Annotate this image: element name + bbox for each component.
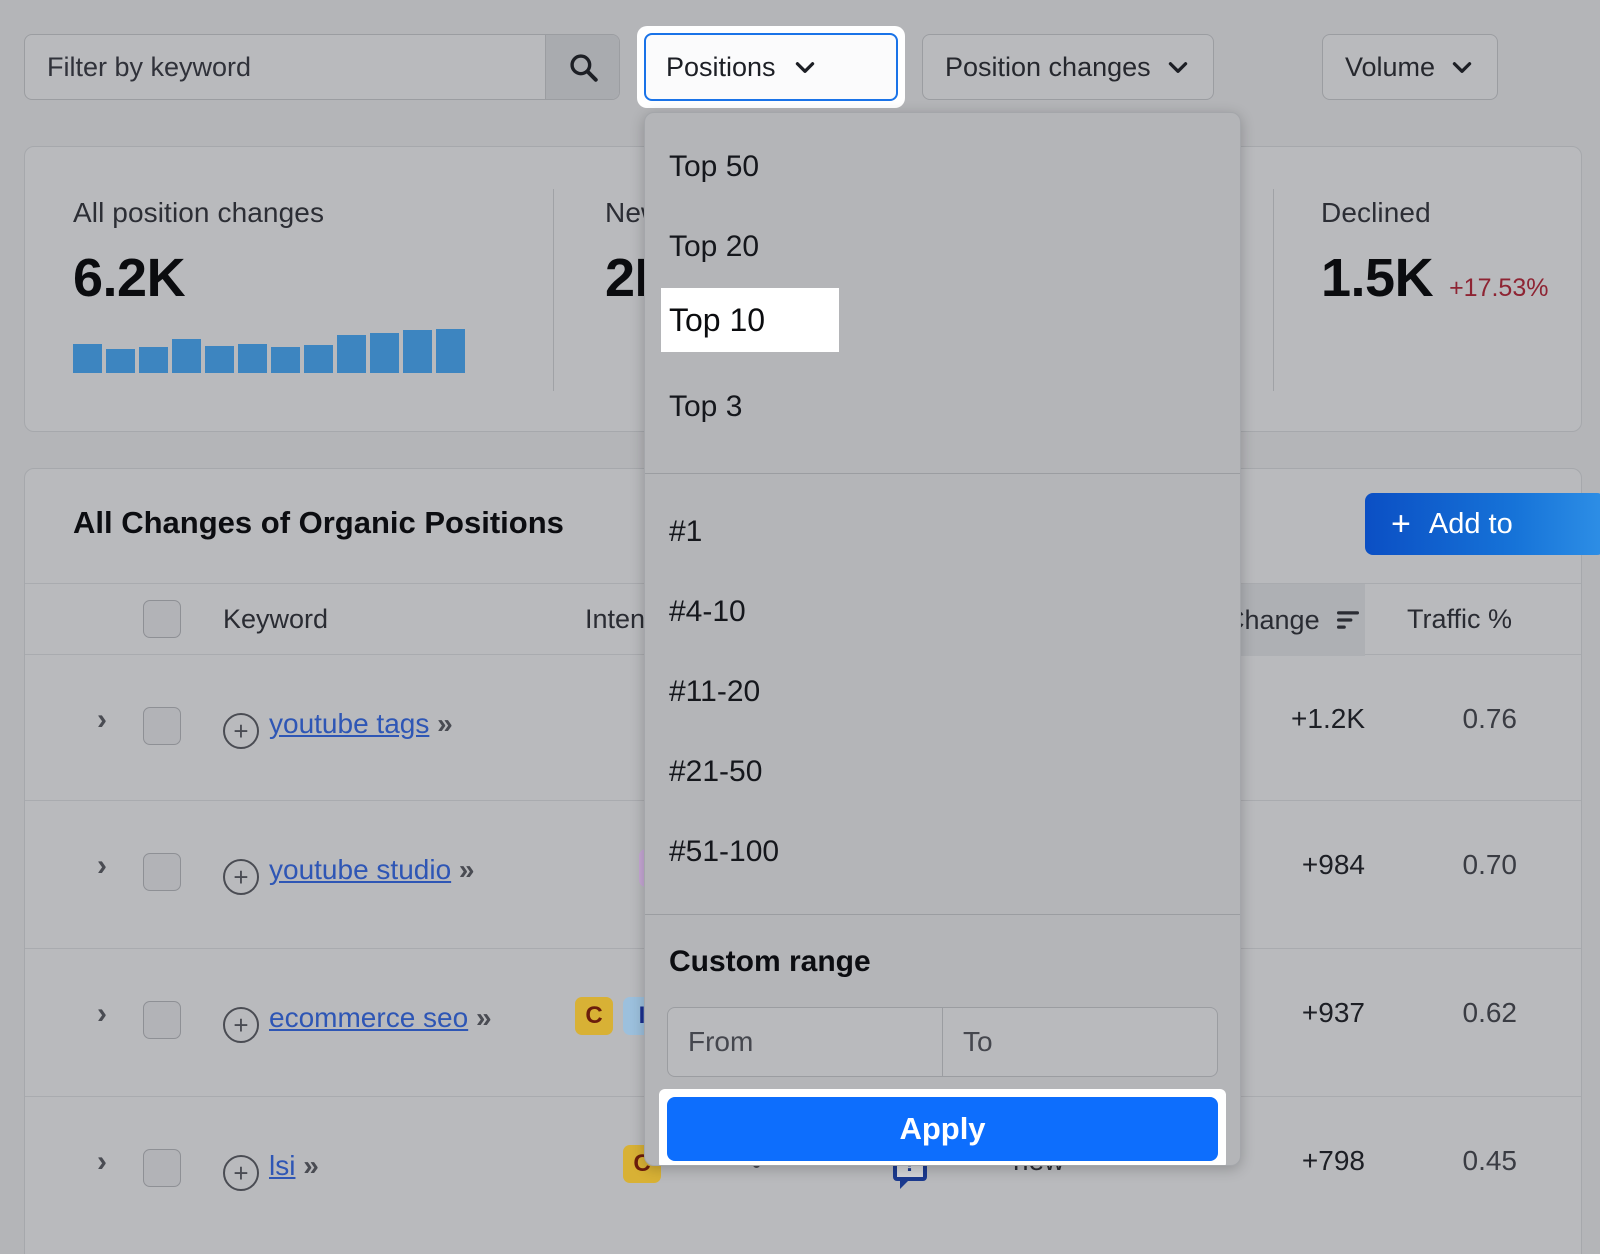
sparkline-bar — [370, 333, 399, 373]
apply-button[interactable]: Apply — [667, 1097, 1218, 1161]
keyword-link[interactable]: ecommerce seo — [269, 1002, 468, 1033]
checkbox-icon — [143, 600, 181, 638]
sparkline-chart — [73, 329, 465, 373]
dropdown-option-rank-4-10[interactable]: #4-10 — [645, 572, 1240, 652]
keyword-details-icon[interactable]: » — [303, 1150, 317, 1181]
keyword-details-icon[interactable]: » — [437, 708, 451, 739]
plus-icon: + — [1391, 507, 1411, 541]
chevron-down-icon — [1165, 54, 1191, 80]
keyword-cell: + ecommerce seo » — [223, 993, 523, 1043]
add-to-button-label: Add to — [1429, 508, 1513, 541]
column-header-traffic[interactable]: Traffic % — [1407, 604, 1512, 635]
metric-all-position-changes: All position changes 6.2K — [73, 197, 465, 373]
sparkline-bar — [73, 344, 102, 373]
sparkline-bar — [403, 330, 432, 373]
positions-filter-highlight: Positions — [637, 26, 905, 108]
page-title: All Changes of Organic Positions — [73, 505, 564, 541]
position-changes-filter-label: Position changes — [945, 52, 1151, 83]
metric-declined: Declined 1.5K +17.53% — [1321, 197, 1548, 309]
sparkline-bar — [304, 345, 333, 373]
sparkline-bar — [205, 346, 234, 373]
column-header-keyword[interactable]: Keyword — [223, 604, 328, 635]
sparkline-bar — [238, 344, 267, 373]
sparkline-bar — [271, 347, 300, 373]
expand-row-icon[interactable]: › — [97, 849, 107, 883]
traffic-cell: 0.76 — [1377, 703, 1517, 735]
column-header-intent[interactable]: Intent — [585, 604, 653, 635]
custom-range-inputs — [667, 1007, 1218, 1077]
custom-range-title: Custom range — [645, 915, 1240, 979]
chevron-down-icon — [1449, 54, 1475, 80]
metric-divider — [553, 189, 554, 391]
keyword-link[interactable]: youtube tags — [269, 708, 429, 739]
keyword-details-icon[interactable]: » — [476, 1002, 490, 1033]
sparkline-bar — [337, 335, 366, 373]
add-to-button[interactable]: + Add to — [1365, 493, 1600, 555]
sparkline-bar — [106, 349, 135, 373]
metric-label: All position changes — [73, 197, 465, 229]
dropdown-option-rank-11-20[interactable]: #11-20 — [645, 652, 1240, 732]
dropdown-option-rank-1[interactable]: #1 — [645, 492, 1240, 572]
search-icon — [566, 50, 600, 84]
traffic-cell: 0.45 — [1377, 1145, 1517, 1177]
add-keyword-icon[interactable]: + — [223, 1155, 259, 1191]
sort-descending-icon — [1334, 609, 1362, 631]
range-from-input[interactable] — [668, 1008, 942, 1076]
traffic-cell: 0.62 — [1377, 997, 1517, 1029]
sparkline-bar — [172, 339, 201, 373]
dropdown-option-rank-51-100[interactable]: #51-100 — [645, 812, 1240, 892]
add-keyword-icon[interactable]: + — [223, 859, 259, 895]
metric-label: Declined — [1321, 197, 1548, 229]
dropdown-option-top-20[interactable]: Top 20 — [645, 207, 1240, 287]
chevron-down-icon — [792, 54, 818, 80]
sparkline-bar — [139, 347, 168, 373]
metric-delta: +17.53% — [1449, 274, 1548, 303]
positions-dropdown-panel: Top 50 Top 20 Top 10 Top 3 #1 #4-10 #11-… — [644, 112, 1241, 1166]
sparkline-bar — [436, 329, 465, 373]
row-checkbox[interactable] — [143, 853, 181, 891]
positions-filter-button[interactable]: Positions — [644, 33, 898, 101]
positions-filter-label: Positions — [666, 52, 776, 83]
select-all-checkbox[interactable] — [143, 600, 181, 638]
filter-bar: Positions Position changes Volume — [0, 0, 1600, 130]
volume-filter-button[interactable]: Volume — [1322, 34, 1498, 100]
dropdown-option-top-10[interactable]: Top 10 — [661, 288, 839, 352]
position-changes-filter-button[interactable]: Position changes — [922, 34, 1214, 100]
intent-badge-commercial[interactable]: C — [575, 997, 613, 1035]
metric-value: 6.2K — [73, 247, 185, 309]
traffic-cell: 0.70 — [1377, 849, 1517, 881]
dropdown-option-top-3[interactable]: Top 3 — [645, 367, 1240, 447]
keyword-cell: + lsi » — [223, 1141, 523, 1191]
search-input[interactable] — [25, 35, 545, 99]
range-to-input[interactable] — [943, 1008, 1217, 1076]
keyword-details-icon[interactable]: » — [459, 854, 473, 885]
expand-row-icon[interactable]: › — [97, 703, 107, 737]
keyword-cell: + youtube studio » — [223, 845, 523, 895]
metric-value: 1.5K — [1321, 247, 1433, 309]
dropdown-option-rank-21-50[interactable]: #21-50 — [645, 732, 1240, 812]
row-checkbox[interactable] — [143, 707, 181, 745]
dropdown-option-top-10-wrapper: Top 10 — [645, 287, 1240, 367]
volume-filter-label: Volume — [1345, 52, 1435, 83]
metric-divider — [1273, 189, 1274, 391]
keyword-cell: + youtube tags » — [223, 699, 553, 749]
add-keyword-icon[interactable]: + — [223, 1007, 259, 1043]
apply-button-highlight: Apply — [659, 1089, 1226, 1166]
add-keyword-icon[interactable]: + — [223, 713, 259, 749]
keyword-filter — [24, 34, 620, 100]
row-checkbox[interactable] — [143, 1001, 181, 1039]
expand-row-icon[interactable]: › — [97, 997, 107, 1031]
expand-row-icon[interactable]: › — [97, 1145, 107, 1179]
keyword-link[interactable]: youtube studio — [269, 854, 451, 885]
row-checkbox[interactable] — [143, 1149, 181, 1187]
keyword-link[interactable]: lsi — [269, 1150, 295, 1181]
dropdown-option-top-50[interactable]: Top 50 — [645, 127, 1240, 207]
search-button[interactable] — [545, 35, 619, 99]
